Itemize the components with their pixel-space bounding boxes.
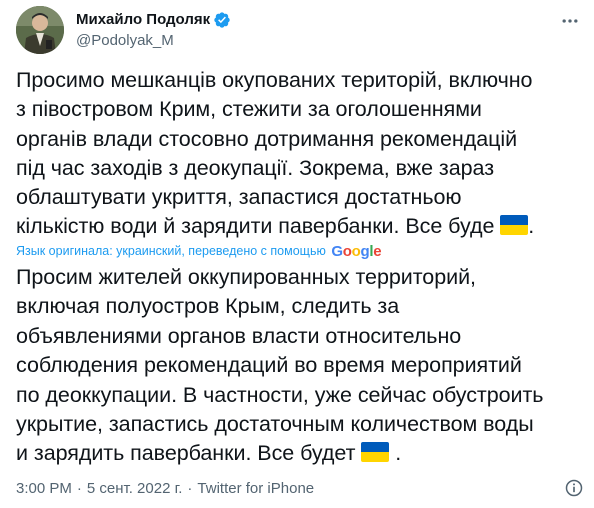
tweet-line: органів влади стосовно дотримання рекоме…: [16, 126, 518, 151]
tweet-time[interactable]: 3:00 PM: [16, 480, 72, 497]
translated-line: соблюдения рекомендаций во время меропри…: [16, 353, 522, 378]
author-display-name[interactable]: Михайло Подоляк: [76, 10, 210, 30]
info-icon[interactable]: [564, 477, 584, 499]
ukraine-flag-emoji: [361, 442, 390, 463]
tweet-date[interactable]: 5 сент. 2022 г.: [87, 480, 183, 497]
translation-note[interactable]: Язык оригинала: украинский, переведено с…: [16, 240, 382, 262]
translated-line: и зарядить павербанки. Все будет: [16, 441, 356, 466]
tweet-card: Михайло Подоляк @Podolyak_M Просимо мешк…: [0, 0, 594, 508]
google-logo: Google: [331, 242, 382, 260]
tweet-text: Просимо мешканців окупованих територій, …: [16, 66, 586, 242]
tweet-line: облаштувати укриття, запастися достатньо…: [16, 185, 462, 210]
tweet-line: Просимо мешканців окупованих територій, …: [16, 68, 533, 92]
meta-separator: ·: [76, 479, 82, 497]
translated-line: укрытие, запастись достаточным количеств…: [16, 412, 534, 437]
avatar-photo: [16, 6, 64, 54]
tweet-line: з півостровом Крим, стежити за оголошенн…: [16, 97, 482, 122]
ukraine-flag-emoji: [500, 215, 529, 236]
translated-line: Просим жителей оккупированных территорий…: [16, 265, 476, 289]
more-options-icon[interactable]: [556, 10, 584, 32]
tweet-source[interactable]: Twitter for iPhone: [197, 480, 314, 497]
tweet-line: кількістю води й зарядити павербанки. Вс…: [16, 214, 495, 239]
translated-text: Просим жителей оккупированных территорий…: [16, 263, 586, 469]
author-info: Михайло Подоляк @Podolyak_M: [76, 10, 231, 51]
author-avatar[interactable]: [16, 6, 64, 54]
translated-line: объявлениями органов власти относительно: [16, 323, 462, 348]
meta-separator: ·: [187, 479, 193, 497]
tweet-line: під час заходів з деокупації. Зокрема, в…: [16, 155, 495, 180]
translated-text-end: .: [389, 441, 402, 466]
translated-line: по деоккупации. В частности, уже сейчас …: [16, 382, 544, 407]
translated-line: включая полуостров Крым, следить за: [16, 294, 400, 319]
tweet-text-end: .: [528, 214, 535, 239]
translation-note-text: Язык оригинала: украинский, переведено с…: [16, 244, 326, 258]
tweet-meta: 3:00 PM · 5 сент. 2022 г. · Twitter for …: [16, 477, 314, 499]
verified-badge-icon: [213, 11, 231, 29]
author-handle[interactable]: @Podolyak_M: [76, 31, 231, 51]
